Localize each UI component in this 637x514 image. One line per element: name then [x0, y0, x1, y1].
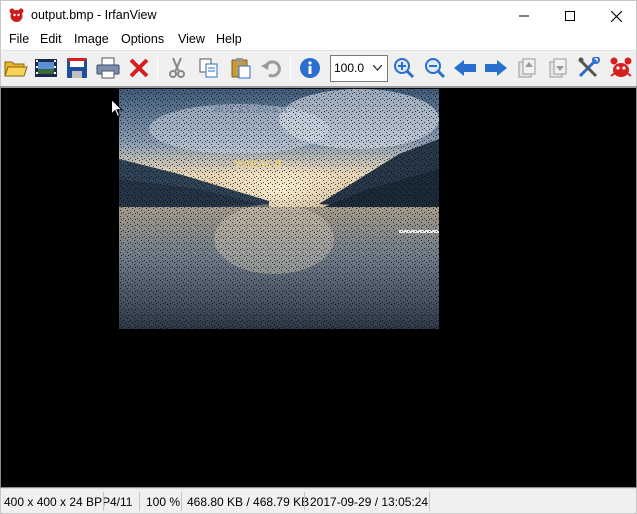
cut-button[interactable] [163, 54, 191, 82]
zoom-in-button[interactable] [390, 54, 418, 82]
zoom-value: 100.0 [334, 61, 365, 75]
maximize-button[interactable] [547, 1, 593, 31]
info-button[interactable] [296, 54, 324, 82]
zoom-in-icon [394, 58, 415, 79]
status-separator [429, 492, 430, 511]
menu-edit[interactable]: Edit [40, 32, 62, 46]
zoom-out-icon [425, 58, 446, 79]
title-bar: output.bmp - IrfanView [0, 0, 637, 30]
save-icon [67, 58, 87, 78]
first-button[interactable] [513, 54, 541, 82]
previous-button[interactable] [451, 54, 479, 82]
slideshow-icon [35, 59, 57, 77]
copy-icon [199, 58, 218, 78]
chevron-down-icon [373, 65, 382, 71]
status-zoom: 100 % [146, 495, 181, 509]
menu-bar: File Edit Image Options View Help [0, 30, 637, 50]
paste-button[interactable] [227, 54, 255, 82]
status-filesize: 468.80 KB / 468.79 KB [187, 495, 310, 509]
last-icon [549, 58, 567, 78]
close-button[interactable] [593, 1, 637, 31]
status-index: 4/11 [110, 495, 133, 509]
delete-icon [129, 58, 149, 78]
landscape-photo: POCZTÓWKA WAKACJI [119, 89, 439, 329]
close-icon [610, 10, 622, 22]
previous-icon [454, 60, 476, 76]
next-button[interactable] [482, 54, 510, 82]
paste-icon [231, 58, 251, 79]
status-bar: 400 x 400 x 24 BPP 4/11 100 % 468.80 KB … [0, 488, 637, 514]
status-separator [103, 492, 104, 511]
delete-button[interactable] [125, 54, 153, 82]
status-separator [304, 492, 305, 511]
settings-icon [578, 57, 600, 78]
copy-button[interactable] [195, 54, 223, 82]
status-separator [139, 492, 140, 511]
menu-file[interactable]: File [9, 32, 29, 46]
settings-button[interactable] [575, 54, 603, 82]
next-icon [485, 60, 507, 76]
about-button[interactable] [607, 54, 635, 82]
menu-image[interactable]: Image [74, 32, 109, 46]
image-caption-mid: WAKACJI [234, 159, 281, 170]
undo-icon [261, 60, 281, 78]
print-button[interactable] [94, 54, 122, 82]
toolbar-separator [157, 57, 158, 81]
window-title: output.bmp - IrfanView [31, 8, 157, 22]
first-icon [518, 58, 536, 78]
minimize-icon [519, 15, 529, 17]
irfanview-app-icon[interactable] [8, 7, 25, 24]
last-button[interactable] [544, 54, 572, 82]
status-dimensions: 400 x 400 x 24 BPP [4, 495, 111, 509]
menu-help[interactable]: Help [216, 32, 242, 46]
image-caption-top: POCZTÓWKA [214, 104, 288, 116]
slideshow-button[interactable] [32, 54, 60, 82]
status-separator [181, 492, 182, 511]
info-icon [300, 58, 320, 78]
toolbar-separator [290, 57, 291, 81]
mouse-cursor-icon [111, 99, 123, 118]
undo-button[interactable] [257, 54, 285, 82]
cut-icon [169, 57, 185, 78]
toolbar: 100.0 [0, 50, 637, 86]
zoom-dropdown[interactable]: 100.0 [330, 55, 388, 82]
irfanview-logo-icon [610, 57, 632, 77]
save-button[interactable] [63, 54, 91, 82]
maximize-icon [565, 11, 575, 21]
print-icon [96, 57, 120, 79]
displayed-image: POCZTÓWKA WAKACJI [119, 89, 439, 329]
open-button[interactable] [2, 54, 30, 82]
menu-options[interactable]: Options [121, 32, 164, 46]
menu-view[interactable]: View [178, 32, 205, 46]
status-datetime: 2017-09-29 / 13:05:24 [310, 495, 429, 509]
image-viewer[interactable]: POCZTÓWKA WAKACJI [0, 86, 637, 488]
minimize-button[interactable] [501, 1, 547, 31]
open-folder-icon [4, 61, 28, 77]
zoom-out-button[interactable] [421, 54, 449, 82]
